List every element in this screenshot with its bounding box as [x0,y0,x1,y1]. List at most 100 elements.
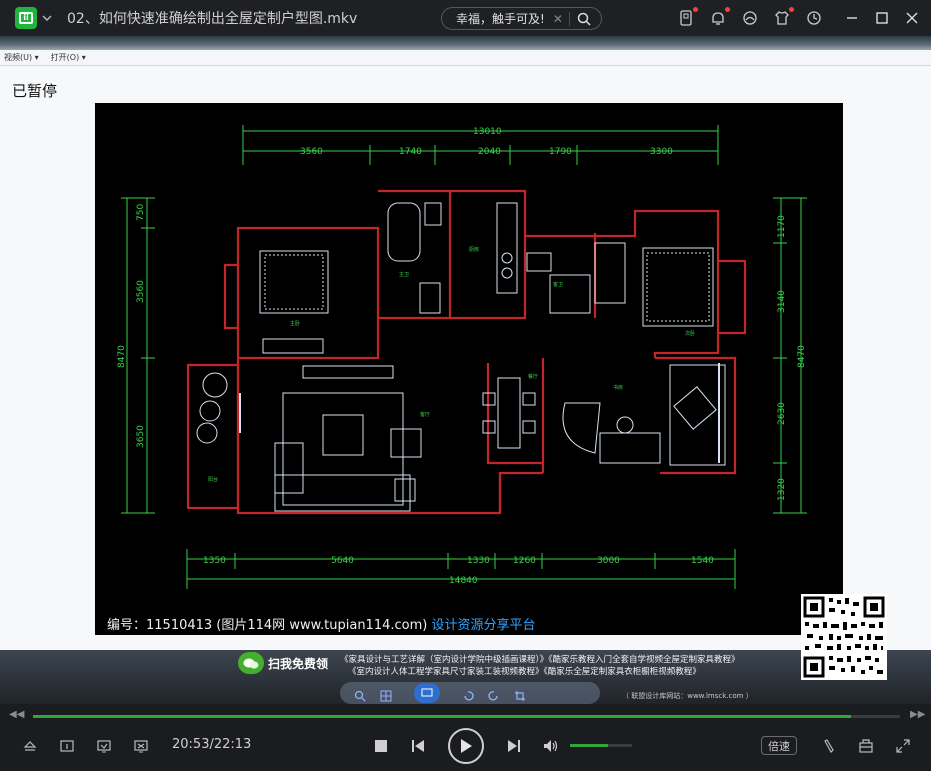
dim-bottom-4: 1260 [513,556,536,566]
close-icon[interactable] [905,11,919,25]
progress-fill [33,715,852,718]
promo-site: （ 联盟设计库网站：www.lmsck.com ） [622,692,753,700]
control-bar: 20:53/22:13 倍速 [0,728,931,771]
minimize-icon[interactable] [845,11,859,25]
svg-text:主卧: 主卧 [290,320,300,327]
speed-button[interactable]: 倍速 [761,736,797,755]
svg-text:餐厅: 餐厅 [528,373,538,380]
maximize-icon[interactable] [875,11,889,25]
title-bar: ii 02、如何快速准确绘制出全屋定制户型图.mkv 幸福，触手可及! ✕ [0,0,931,36]
search-separator [568,11,570,26]
dim-top-5: 3300 [650,147,673,157]
dim-bottom-2: 5640 [331,556,354,566]
scan-label: 扫我免费领 [268,656,329,671]
dim-top-3: 2040 [478,147,501,157]
video-top-strip [0,36,931,50]
eject-icon[interactable] [22,738,38,754]
volume-slider[interactable] [570,744,632,747]
embedded-control-pill [340,682,600,704]
history-icon[interactable] [805,9,823,27]
dim-top-total: 13010 [473,127,502,137]
wechat-icon [238,652,264,674]
play-icon[interactable] [448,728,484,764]
paused-label: 已暂停 [12,82,58,100]
volume-fill [570,744,609,747]
chevron-down-icon[interactable] [42,12,54,24]
notification-dot [693,7,698,12]
promo-line-1: 《家具设计与工艺详解（室内设计学院中级插画课程）》《酷家乐教程入门全套自学视频全… [340,655,740,665]
dim-left-4: 3650 [136,425,146,448]
box-icon[interactable] [858,738,874,754]
dim-top-1: 3560 [300,147,323,157]
dim-top-4: 1790 [549,147,572,157]
dim-bottom-5: 3000 [597,556,620,566]
dim-bottom-3: 1330 [467,556,490,566]
image-caption: 编号：11510413 (图片114网 www.tupian114.com) 设… [107,614,536,633]
undo-icon [462,687,474,701]
search-clear-button[interactable]: ✕ [553,12,563,26]
dim-bottom-6: 1540 [691,556,714,566]
title-bar-actions [663,0,931,36]
dim-right-2: 3140 [777,290,787,313]
dim-left-2: 3560 [136,280,146,303]
phone-icon[interactable] [677,7,698,27]
bell-icon[interactable] [709,7,730,27]
search-input[interactable]: 幸福，触手可及! [456,10,545,27]
fullscreen-icon[interactable] [895,738,911,754]
skin-icon[interactable] [741,9,759,27]
fast-forward-icon[interactable]: ▶▶ [910,709,925,720]
caption-number: 编号：11510413 (图片114网 www.tupian114.com) [107,618,428,633]
shirt-icon[interactable] [773,7,794,27]
rewind-icon[interactable]: ◀◀ [9,709,24,720]
promo-scan: 扫我免费领 [238,652,328,674]
dim-left-1: 750 [136,204,146,221]
monitor-icon [414,683,440,703]
player-window: ii 02、如何快速准确绘制出全屋定制户型图.mkv 幸福，触手可及! ✕ 视频… [0,0,931,771]
pen-icon[interactable] [821,738,837,754]
search-icon[interactable] [576,11,592,27]
previous-icon[interactable] [410,738,426,754]
svg-text:阳台: 阳台 [208,476,218,483]
progress-bar[interactable] [33,715,900,718]
search-box[interactable]: 幸福，触手可及! ✕ [441,7,602,30]
window-title: 02、如何快速准确绘制出全屋定制户型图.mkv [67,11,358,27]
svg-text:客厅: 客厅 [420,411,430,418]
subtitle-icon[interactable] [59,738,75,754]
promo-line-2: 《室内设计人体工程学家具尺寸家装工装视频教程》《酷家乐全屋定制家具衣柜橱柜视频教… [348,667,701,677]
svg-text:客卫: 客卫 [553,281,563,288]
video-menu-item: 打开(O) ▾ [50,53,86,62]
floor-plan-drawing: 13010 3560 1740 2040 1790 3300 1350 5640… [117,125,807,589]
dim-right-3: 8470 [797,345,807,368]
screenshot-icon[interactable] [96,738,112,754]
redo-icon [488,687,500,701]
dim-left-3: 8470 [117,345,127,368]
svg-text:厨房: 厨房 [469,246,479,253]
dim-right-5: 1320 [777,478,787,501]
notification-dot [789,7,794,12]
next-icon[interactable] [506,738,522,754]
grid-icon [380,687,392,702]
dim-right-1: 1170 [777,215,787,238]
promo-banner: 扫我免费领 《家具设计与工艺详解（室内设计学院中级插画课程）》《酷家乐教程入门全… [0,650,931,704]
video-area[interactable]: 视频(U) ▾ 打开(O) ▾ 已暂停 13010 3560 1740 2040… [0,36,931,704]
stop-icon[interactable] [373,738,389,754]
logo-icon[interactable]: ii [15,7,37,29]
promo-text: 《家具设计与工艺详解（室内设计学院中级插画课程）》《酷家乐教程入门全套自学视频全… [340,654,740,678]
caption-link: 设计资源分享平台 [431,618,536,633]
svg-text:主卫: 主卫 [399,271,409,278]
dim-right-4: 2630 [777,402,787,425]
notification-dot [725,7,730,12]
qr-code-image [801,594,887,680]
dim-top-2: 1740 [399,147,422,157]
volume-icon[interactable] [543,738,559,754]
svg-text:书房: 书房 [613,384,623,391]
time-display: 20:53/22:13 [172,737,252,752]
screenshot2-icon[interactable] [133,738,149,754]
crop-icon [514,687,526,701]
progress-row: ◀◀ ▶▶ [0,704,931,728]
video-menu-item: 视频(U) ▾ [4,53,39,62]
zoom-icon [354,687,366,702]
floor-plan-image: 13010 3560 1740 2040 1790 3300 1350 5640… [95,103,843,635]
dim-bottom-total: 14840 [449,576,478,586]
svg-text:次卧: 次卧 [685,330,695,337]
